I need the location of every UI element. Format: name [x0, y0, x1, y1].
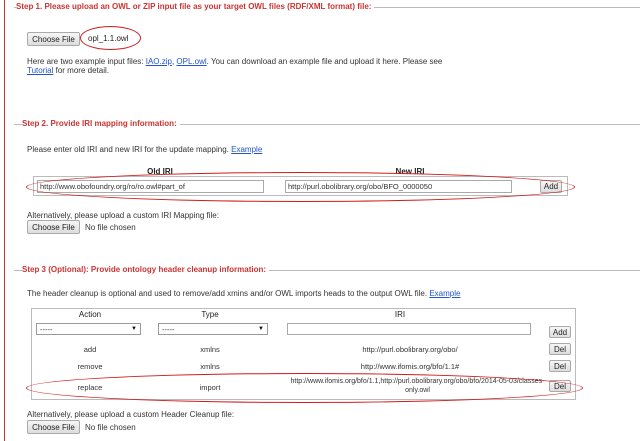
step2-no-file: No file chosen: [85, 223, 136, 232]
type-header: Type: [201, 310, 219, 319]
row2-del-button[interactable]: Del: [549, 360, 571, 372]
step3-title: Step 3 (Optional): Provide ontology head…: [22, 265, 270, 274]
step3-instruction-line: The header cleanup is optional and used …: [27, 289, 460, 298]
step2-instruction-line: Please enter old IRI and new IRI for the…: [27, 145, 262, 154]
row2-iri: http://www.ifomis.org/bfo/1.1#: [360, 362, 460, 371]
step3-example-link[interactable]: Example: [429, 289, 460, 298]
step1-examples-suffix: . You can download an example file and u…: [206, 57, 443, 66]
step2-choose-file-button[interactable]: Choose File: [27, 220, 80, 234]
step1-title: Step 1. Please upload an OWL or ZIP inpu…: [16, 2, 375, 11]
step1-tutorial-suffix: for more detail.: [53, 66, 109, 75]
row1-action: add: [83, 345, 97, 354]
action-select-value: -----: [40, 324, 53, 334]
row3-action: replace: [77, 383, 103, 392]
step2-title: Step 2. Provide IRI mapping information:: [22, 119, 180, 128]
example-opl-link[interactable]: OPL.owl: [176, 57, 206, 66]
step1-examples-prefix: Here are two example input files:: [27, 57, 146, 66]
row3-type: import: [199, 383, 221, 392]
chevron-down-icon: ▼: [131, 326, 137, 332]
old-iri-header: Old IRI: [147, 167, 173, 176]
row1-del-button[interactable]: Del: [549, 343, 571, 355]
row2-type: xmlns: [200, 362, 220, 371]
step1-examples-line: Here are two example input files: IAO.zi…: [27, 57, 442, 66]
step3-choose-file-button[interactable]: Choose File: [27, 420, 80, 434]
step1-tutorial-line: Tutorial for more detail.: [27, 66, 109, 75]
step3-instruction: The header cleanup is optional and used …: [27, 289, 428, 298]
type-select-value: -----: [162, 324, 175, 334]
row1-iri: http://purl.obolibrary.org/obo/: [362, 345, 458, 354]
step2-example-link[interactable]: Example: [231, 145, 262, 154]
iri-add-button[interactable]: Add: [540, 180, 562, 193]
header-iri-input[interactable]: [287, 323, 531, 335]
chevron-down-icon: ▼: [258, 326, 264, 332]
step2-alt-upload: Alternatively, please upload a custom IR…: [27, 211, 219, 220]
header-add-button[interactable]: Add: [549, 326, 571, 338]
example-iao-link[interactable]: IAO.zip: [146, 57, 172, 66]
step1-choose-file-button[interactable]: Choose File: [27, 32, 80, 46]
new-iri-input[interactable]: http://purl.obolibrary.org/obo/BFO_00000…: [285, 180, 512, 193]
action-header: Action: [78, 310, 102, 319]
tutorial-link[interactable]: Tutorial: [27, 66, 53, 75]
new-iri-header: New IRI: [395, 167, 425, 176]
step1-file-name: opl_1.1.owl: [88, 34, 129, 43]
step3-no-file: No file chosen: [85, 423, 136, 432]
row2-action: remove: [77, 362, 103, 371]
action-select[interactable]: ----- ▼: [36, 323, 141, 335]
row3-del-button[interactable]: Del: [549, 380, 571, 392]
iri-header: IRI: [394, 310, 406, 319]
old-iri-input[interactable]: http://www.obofoundry.org/ro/ro.owl#part…: [37, 180, 264, 193]
step2-instruction: Please enter old IRI and new IRI for the…: [27, 145, 229, 154]
step3-alt-upload: Alternatively, please upload a custom He…: [27, 410, 235, 419]
type-select[interactable]: ----- ▼: [158, 323, 268, 335]
row1-type: xmlns: [200, 345, 220, 354]
row3-iri: http://www.ifomis.org/bfo/1.1,http://pur…: [290, 378, 545, 394]
